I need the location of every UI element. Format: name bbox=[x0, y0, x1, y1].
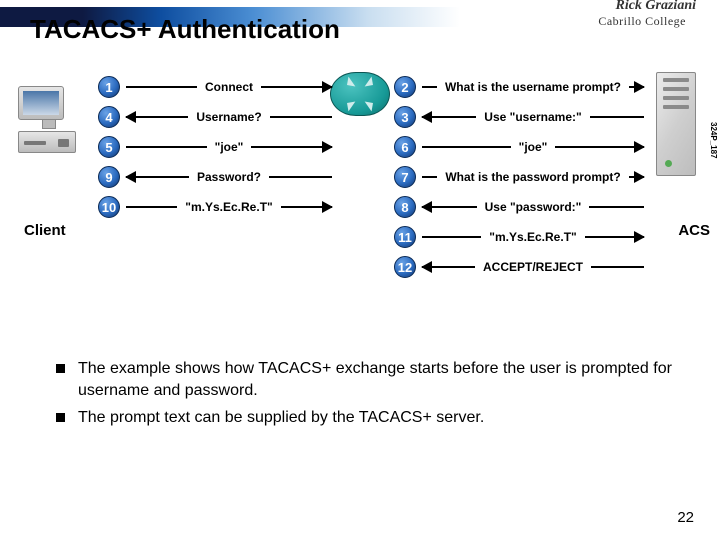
arrow-shaft bbox=[126, 86, 197, 88]
arrow-head-right-icon bbox=[629, 176, 644, 178]
page-number: 22 bbox=[677, 509, 694, 526]
arrow-shaft bbox=[591, 266, 644, 268]
flow-step-10: 10 "m.Ys.Ec.Re.T" bbox=[98, 194, 332, 220]
flow-step-2: 2 What is the username prompt? bbox=[394, 74, 644, 100]
flow-step-4: 4 Username? bbox=[98, 104, 332, 130]
step-label: Use "password:" bbox=[485, 200, 582, 214]
flow-step-11: 11 "m.Ys.Ec.Re.T" bbox=[394, 224, 644, 250]
page-title: TACACS+ Authentication bbox=[30, 14, 340, 45]
step-badge: 5 bbox=[98, 136, 120, 158]
arrow-head-left-icon bbox=[126, 116, 188, 118]
arrow-head-right-icon bbox=[281, 206, 332, 208]
arrow-shaft bbox=[589, 206, 644, 208]
client-computer-icon bbox=[18, 86, 80, 153]
acs-server-icon bbox=[656, 72, 696, 176]
college-name: Cabrillo College bbox=[598, 14, 686, 29]
arrow-shaft bbox=[126, 146, 207, 148]
step-label: "m.Ys.Ec.Re.T" bbox=[185, 200, 272, 214]
bullet-list: The example shows how TACACS+ exchange s… bbox=[56, 358, 672, 435]
arrow-head-left-icon bbox=[422, 116, 476, 118]
step-label: Username? bbox=[196, 110, 261, 124]
step-badge: 12 bbox=[394, 256, 416, 278]
router-icon bbox=[330, 72, 390, 116]
arrow-shaft bbox=[270, 116, 332, 118]
flow-step-9: 9 Password? bbox=[98, 164, 332, 190]
client-label: Client bbox=[24, 222, 66, 239]
bullet-item: The prompt text can be supplied by the T… bbox=[56, 407, 672, 429]
author-name: Rick Graziani bbox=[615, 0, 696, 14]
arrow-shaft bbox=[422, 236, 481, 238]
arrow-head-right-icon bbox=[629, 86, 644, 88]
step-label: "joe" bbox=[215, 140, 244, 154]
arrow-head-left-icon bbox=[126, 176, 189, 178]
bullet-item: The example shows how TACACS+ exchange s… bbox=[56, 358, 672, 401]
arrow-shaft bbox=[590, 116, 644, 118]
step-badge: 9 bbox=[98, 166, 120, 188]
step-badge: 1 bbox=[98, 76, 120, 98]
step-label: ACCEPT/REJECT bbox=[483, 260, 583, 274]
flow-step-5: 5 "joe" bbox=[98, 134, 332, 160]
arrow-head-left-icon bbox=[422, 266, 475, 268]
arrow-head-right-icon bbox=[555, 146, 644, 148]
arrow-head-right-icon bbox=[585, 236, 644, 238]
step-badge: 4 bbox=[98, 106, 120, 128]
step-label: Connect bbox=[205, 80, 253, 94]
step-badge: 7 bbox=[394, 166, 416, 188]
step-badge: 6 bbox=[394, 136, 416, 158]
step-label: "m.Ys.Ec.Re.T" bbox=[489, 230, 576, 244]
step-badge: 10 bbox=[98, 196, 120, 218]
arrow-head-left-icon bbox=[422, 206, 477, 208]
flow-step-6: 6 "joe" bbox=[394, 134, 644, 160]
arrow-shaft bbox=[422, 146, 511, 148]
flow-step-1: 1 Connect bbox=[98, 74, 332, 100]
flow-step-3: 3 Use "username:" bbox=[394, 104, 644, 130]
step-badge: 3 bbox=[394, 106, 416, 128]
acs-label: ACS bbox=[678, 222, 710, 239]
step-label: Password? bbox=[197, 170, 261, 184]
figure-id: 324P_187 bbox=[709, 122, 718, 158]
flow-step-12: 12 ACCEPT/REJECT bbox=[394, 254, 644, 280]
step-label: What is the username prompt? bbox=[445, 80, 621, 94]
step-badge: 2 bbox=[394, 76, 416, 98]
step-label: What is the password prompt? bbox=[445, 170, 620, 184]
arrow-head-right-icon bbox=[261, 86, 332, 88]
flow-step-7: 7 What is the password prompt? bbox=[394, 164, 644, 190]
step-label: "joe" bbox=[519, 140, 548, 154]
arrow-shaft bbox=[422, 86, 437, 88]
arrow-shaft bbox=[269, 176, 332, 178]
diagram-area: Client ACS 324P_187 1 Connect 4 Username? 5 "… bbox=[0, 66, 720, 316]
arrow-head-right-icon bbox=[251, 146, 332, 148]
step-label: Use "username:" bbox=[484, 110, 581, 124]
step-badge: 11 bbox=[394, 226, 416, 248]
step-badge: 8 bbox=[394, 196, 416, 218]
arrow-shaft bbox=[422, 176, 437, 178]
arrow-shaft bbox=[126, 206, 177, 208]
flow-step-8: 8 Use "password:" bbox=[394, 194, 644, 220]
